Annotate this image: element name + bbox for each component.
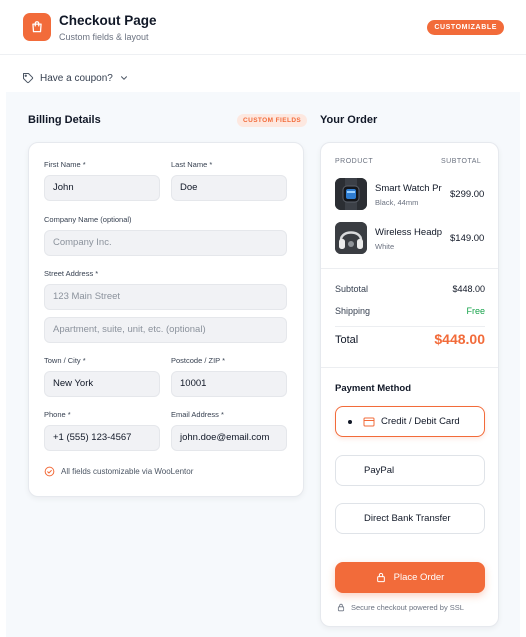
subtotal-value: $448.00 <box>452 284 485 294</box>
payment-option-paypal[interactable]: PayPal <box>335 455 485 486</box>
credit-card-icon <box>363 417 375 427</box>
place-order-label: Place Order <box>393 572 445 583</box>
customizable-note-text: All fields customizable via WooLentor <box>61 467 194 476</box>
street-label: Street Address * <box>44 269 99 278</box>
divider <box>321 367 498 368</box>
watch-product-image <box>335 178 367 210</box>
first-name-field[interactable]: John <box>44 175 160 201</box>
lock-icon <box>376 572 385 583</box>
product-name: Smart Watch Pro <box>375 183 442 194</box>
app-header: Checkout Page Custom fields & layout CUS… <box>0 0 526 55</box>
divider <box>335 326 485 327</box>
customizable-note: All fields customizable via WooLentor <box>44 466 193 477</box>
street2-field[interactable]: Apartment, suite, unit, etc. (optional) <box>44 317 287 343</box>
last-name-label: Last Name * <box>171 160 213 169</box>
payment-option-card[interactable]: Credit / Debit Card <box>335 406 485 437</box>
billing-title: Billing Details <box>28 114 101 126</box>
product-variant: Black, 44mm <box>375 198 419 207</box>
city-field[interactable]: New York <box>44 371 160 397</box>
company-field[interactable]: Company Inc. <box>44 230 287 256</box>
payment-method-title: Payment Method <box>335 383 412 394</box>
radio-selected-indicator <box>348 420 352 424</box>
chevron-down-icon <box>120 76 127 80</box>
product-price: $149.00 <box>450 233 485 244</box>
payment-option-label: Direct Bank Transfer <box>364 513 451 524</box>
subtotal-column-header: SUBTOTAL <box>441 158 482 165</box>
phone-field[interactable]: +1 (555) 123-4567 <box>44 425 160 451</box>
total-label: Total <box>335 334 359 346</box>
email-label: Email Address * <box>171 410 224 419</box>
secure-checkout-text: Secure checkout powered by SSL <box>351 603 464 612</box>
coupon-toggle[interactable]: Have a coupon? <box>22 70 129 86</box>
lock-icon <box>337 603 345 612</box>
email-field[interactable]: john.doe@email.com <box>171 425 287 451</box>
shopping-bag-icon <box>23 13 51 41</box>
custom-fields-badge: CUSTOM FIELDS <box>237 114 308 127</box>
coupon-label: Have a coupon? <box>40 72 113 84</box>
postcode-field[interactable]: 10001 <box>171 371 287 397</box>
headphones-product-image <box>335 222 367 254</box>
phone-label: Phone * <box>44 410 71 419</box>
postcode-label: Postcode / ZIP * <box>171 356 226 365</box>
place-order-button[interactable]: Place Order <box>335 562 485 593</box>
shipping-label: Shipping <box>335 306 371 316</box>
total-value: $448.00 <box>434 331 485 347</box>
secure-checkout-note: Secure checkout powered by SSL <box>337 603 464 612</box>
first-name-label: First Name * <box>44 160 86 169</box>
product-variant: White <box>375 242 395 251</box>
subtotal-label: Subtotal <box>335 284 369 294</box>
page-title: Checkout Page <box>59 13 157 28</box>
company-label: Company Name (optional) <box>44 215 132 224</box>
check-circle-icon <box>44 466 55 477</box>
product-name: Wireless Headphones <box>375 227 442 238</box>
shipping-value: Free <box>466 306 485 316</box>
payment-option-bank[interactable]: Direct Bank Transfer <box>335 503 485 534</box>
payment-option-label: PayPal <box>364 465 395 476</box>
street-field[interactable]: 123 Main Street <box>44 284 287 310</box>
page-subtitle: Custom fields & layout <box>59 32 149 42</box>
divider <box>321 268 498 269</box>
payment-option-label: Credit / Debit Card <box>381 416 460 427</box>
product-price: $299.00 <box>450 189 485 200</box>
customizable-badge: CUSTOMIZABLE <box>427 20 504 35</box>
product-column-header: PRODUCT <box>335 158 374 165</box>
last-name-field[interactable]: Doe <box>171 175 287 201</box>
tag-icon <box>23 73 34 84</box>
city-label: Town / City * <box>44 356 86 365</box>
order-title: Your Order <box>320 114 378 126</box>
